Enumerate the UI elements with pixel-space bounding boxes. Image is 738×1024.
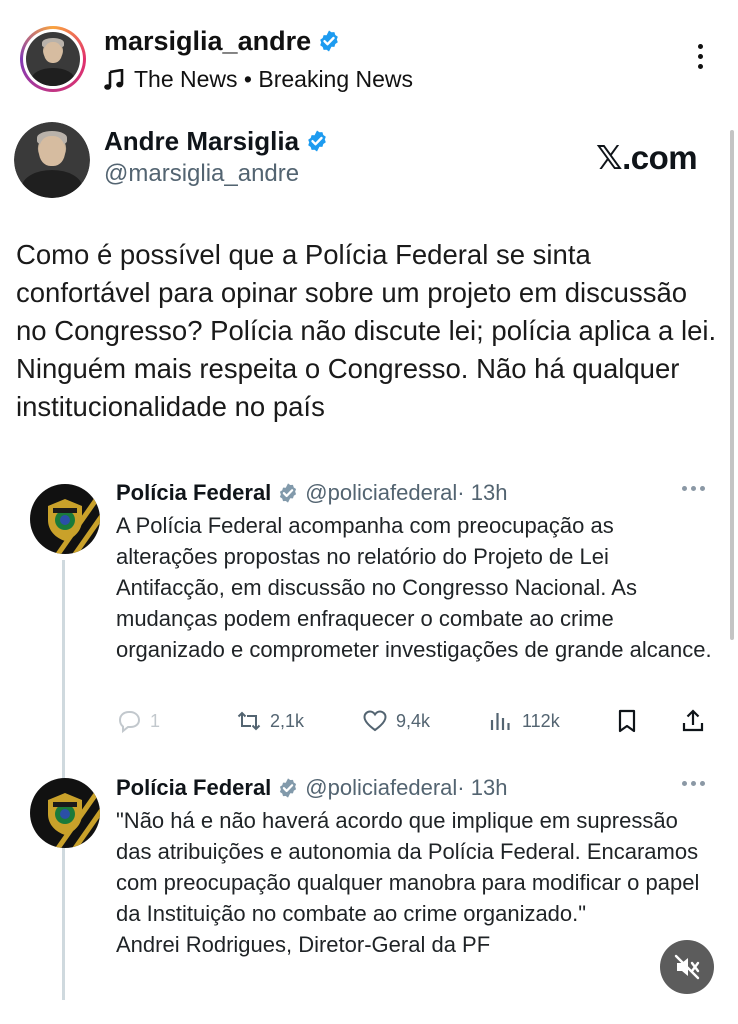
quoted-post-1[interactable]: Polícia Federal @policiafederal · 13h A …	[116, 480, 716, 665]
like-button[interactable]: 9,4k	[362, 708, 430, 734]
repost-button[interactable]: 2,1k	[236, 708, 304, 734]
audio-attribution[interactable]: The News • Breaking News	[104, 66, 413, 93]
post-author-handle[interactable]: @policiafederal	[305, 775, 457, 801]
repost-icon	[237, 711, 261, 731]
bookmark-button[interactable]	[614, 708, 640, 734]
post-header: Polícia Federal @policiafederal · 13h	[116, 480, 716, 506]
more-options-icon[interactable]	[688, 44, 712, 78]
post-header: Polícia Federal @policiafederal · 13h	[116, 775, 716, 801]
share-icon	[682, 709, 704, 732]
analytics-icon	[490, 713, 510, 730]
scrollbar[interactable]	[730, 130, 734, 640]
pf-badge-icon	[48, 793, 82, 835]
gray-verified-badge-icon	[280, 483, 297, 503]
quoted-post-2[interactable]: Polícia Federal @policiafederal · 13h "N…	[116, 775, 716, 960]
gray-verified-badge-icon	[280, 778, 297, 798]
verified-badge-icon	[320, 30, 338, 52]
post-more-icon[interactable]	[682, 781, 712, 789]
post-more-icon[interactable]	[682, 486, 712, 494]
reply-button[interactable]: 1	[116, 708, 160, 734]
bookmark-icon	[618, 709, 636, 733]
tweet-author-handle[interactable]: @marsiglia_andre	[104, 160, 299, 188]
post-timestamp[interactable]: · 13h	[457, 775, 507, 801]
post-signature: Andrei Rodrigues, Diretor-Geral da PF	[116, 932, 491, 957]
post-author-name[interactable]: Polícia Federal	[116, 480, 271, 506]
pf-badge-icon	[48, 499, 82, 541]
post-body: "Não há e não haverá acordo que implique…	[116, 808, 700, 926]
post-body: A Polícia Federal acompanha com preocupa…	[116, 513, 712, 662]
post-actions-bar: 1 2,1k 9,4k 112k	[116, 708, 716, 742]
tweet-text: Como é possível que a Polícia Federal se…	[16, 239, 717, 422]
x-logo: 𝕏.com	[596, 139, 698, 176]
speaker-muted-icon	[674, 954, 700, 980]
post-timestamp[interactable]: · 13h	[457, 480, 507, 506]
tweet-author-avatar[interactable]	[14, 122, 90, 198]
account-username[interactable]: marsiglia_andre	[104, 26, 341, 57]
post-author-handle[interactable]: @policiafederal	[305, 480, 457, 506]
post-author-name[interactable]: Polícia Federal	[116, 775, 271, 801]
profile-photo	[26, 32, 80, 86]
views-button[interactable]: 112k	[488, 708, 560, 734]
share-button[interactable]	[680, 708, 706, 734]
tweet-author-name[interactable]: Andre Marsiglia	[104, 126, 329, 157]
reply-icon	[118, 711, 141, 734]
verified-badge-icon	[308, 130, 326, 152]
heart-icon	[363, 710, 387, 732]
music-note-icon	[104, 68, 124, 90]
policia-federal-avatar[interactable]	[30, 484, 100, 554]
story-avatar[interactable]	[20, 26, 86, 92]
policia-federal-avatar[interactable]	[30, 778, 100, 848]
mute-button[interactable]	[660, 940, 714, 994]
instagram-post-header: marsiglia_andre The News • Breaking News	[0, 0, 738, 112]
